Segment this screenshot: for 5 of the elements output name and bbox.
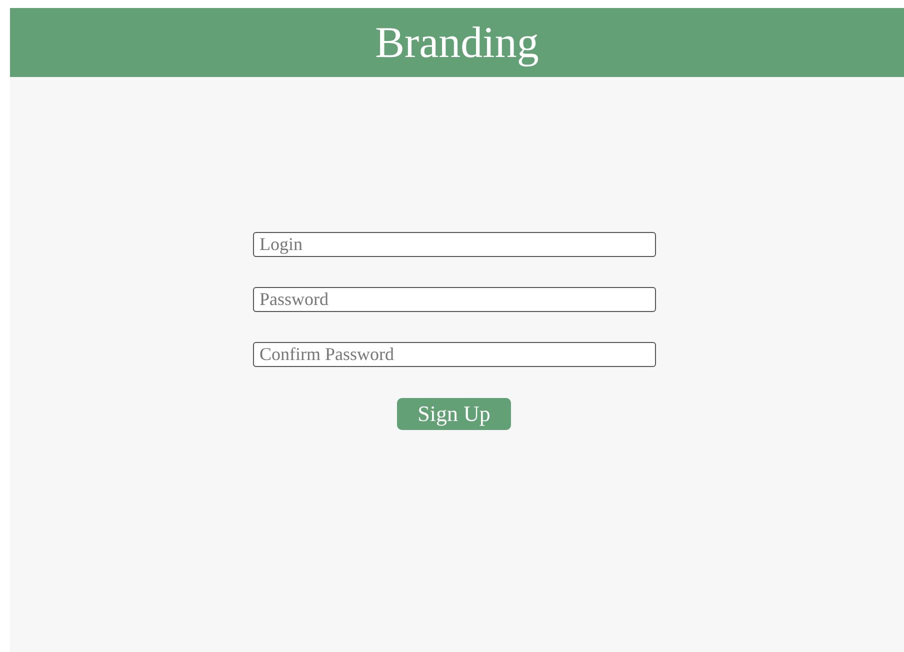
- input-field[interactable]: Login: [252, 232, 656, 257]
- input-field[interactable]: Password: [252, 287, 656, 312]
- input-field[interactable]: Confirm Password: [252, 342, 656, 367]
- sign-up-button[interactable]: Sign Up: [397, 398, 511, 430]
- site-title: Branding: [375, 20, 539, 64]
